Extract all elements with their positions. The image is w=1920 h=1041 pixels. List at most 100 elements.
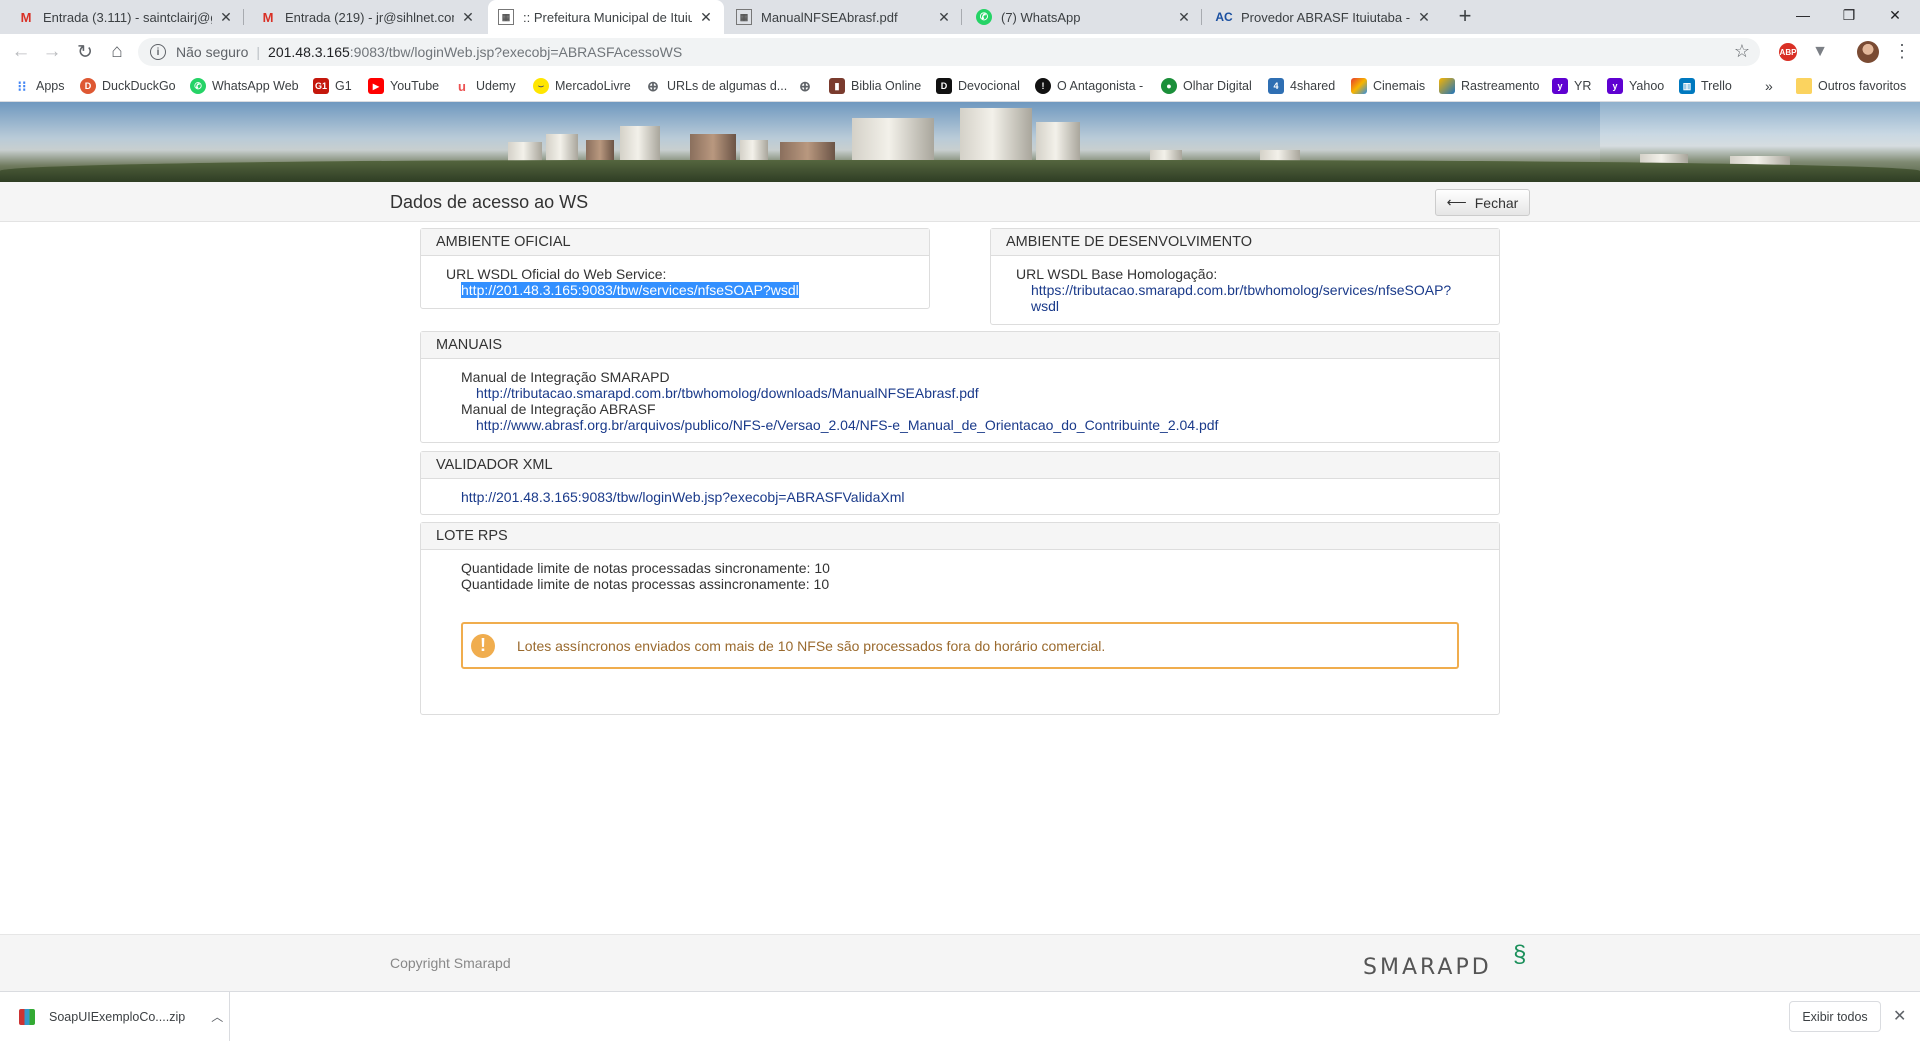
bookmark-o-antagonista[interactable]: ! O Antagonista - xyxy=(1035,76,1143,96)
mercadolivre-icon: ⌣ xyxy=(533,78,549,94)
tab-gmail-2[interactable]: M Entrada (219) - jr@sihlnet.com.br ✕ xyxy=(250,0,486,34)
home-icon[interactable]: ⌂ xyxy=(104,39,130,65)
bookmarks-overflow-button[interactable]: » xyxy=(1765,76,1773,96)
youtube-icon: ▶ xyxy=(368,78,384,94)
bookmark-olhar-digital[interactable]: ● Olhar Digital xyxy=(1161,76,1252,96)
tab-strip: M Entrada (3.111) - saintclairj@gmai ✕ M… xyxy=(0,0,1920,34)
wsdl-homologacao-link[interactable]: https://tributacao.smarapd.com.br/tbwhom… xyxy=(1031,282,1451,298)
bookmark-mercadolivre[interactable]: ⌣ MercadoLivre xyxy=(533,76,631,96)
forward-icon[interactable]: → xyxy=(39,39,65,65)
limite-assincrono-text: Quantidade limite de notas processas ass… xyxy=(461,576,830,592)
minimize-icon[interactable]: — xyxy=(1780,0,1826,30)
bookmark-g1[interactable]: G1 G1 xyxy=(313,76,352,96)
close-tab-icon[interactable]: ✕ xyxy=(698,9,714,25)
fechar-button[interactable]: ⟵ Fechar xyxy=(1435,189,1530,216)
bookmark-star-icon[interactable]: ☆ xyxy=(1734,41,1750,62)
g1-icon: G1 xyxy=(313,78,329,94)
bookmark-biblia-online[interactable]: ▮ Biblia Online xyxy=(829,76,921,96)
trello-icon: ▥ xyxy=(1679,78,1695,94)
panel-lote-rps: LOTE RPS Quantidade limite de notas proc… xyxy=(420,522,1500,715)
arrow-left-icon: ⟵ xyxy=(1446,194,1467,210)
page-icon: ▦ xyxy=(498,9,514,25)
reload-icon[interactable]: ↻ xyxy=(72,39,98,65)
zip-file-icon xyxy=(19,1008,35,1025)
yahoo-icon: y xyxy=(1607,78,1623,94)
manual-abrasf-link[interactable]: http://www.abrasf.org.br/arquivos/public… xyxy=(476,417,1218,433)
panel-validador-xml: VALIDADOR XML http://201.48.3.165:9083/t… xyxy=(420,451,1500,515)
manual-smarapd-link[interactable]: http://tributacao.smarapd.com.br/tbwhomo… xyxy=(476,385,979,401)
close-tab-icon[interactable]: ✕ xyxy=(1176,9,1192,25)
validador-xml-link[interactable]: http://201.48.3.165:9083/tbw/loginWeb.js… xyxy=(461,489,904,505)
menu-icon[interactable]: ⋮ xyxy=(1893,42,1911,60)
warning-text: Lotes assíncronos enviados com mais de 1… xyxy=(517,637,1106,654)
4shared-icon: 4 xyxy=(1268,78,1284,94)
olhar-digital-icon: ● xyxy=(1161,78,1177,94)
tab-gmail-1[interactable]: M Entrada (3.111) - saintclairj@gmai ✕ xyxy=(8,0,244,34)
leaf-icon: § xyxy=(1513,941,1527,968)
close-window-icon[interactable]: ✕ xyxy=(1872,0,1918,30)
avatar[interactable] xyxy=(1857,41,1879,63)
download-item[interactable]: SoapUIExemploCo....zip ︿ xyxy=(0,992,230,1041)
panel-heading: AMBIENTE DE DESENVOLVIMENTO xyxy=(991,229,1499,256)
wsdl-oficial-link[interactable]: http://201.48.3.165:9083/tbw/services/nf… xyxy=(461,282,799,298)
bookmark-whatsapp-web[interactable]: ✆ WhatsApp Web xyxy=(190,76,299,96)
bookmark-globe[interactable]: ⊕ xyxy=(797,76,819,96)
rastreamento-icon xyxy=(1439,78,1455,94)
close-tab-icon[interactable]: ✕ xyxy=(218,9,234,25)
ac-icon: AC xyxy=(1215,10,1233,24)
yahoo-icon: y xyxy=(1552,78,1568,94)
panel-heading: LOTE RPS xyxy=(421,523,1499,550)
bookmark-youtube[interactable]: ▶ YouTube xyxy=(368,76,439,96)
copyright-text: Copyright Smarapd xyxy=(390,955,511,971)
download-filename: SoapUIExemploCo....zip xyxy=(49,1009,186,1024)
manual-abrasf-label: Manual de Integração ABRASF xyxy=(461,401,656,417)
apps-grid-icon: ⁝⁝ xyxy=(17,77,27,94)
tab-manual-pdf[interactable]: ▦ ManualNFSEAbrasf.pdf ✕ xyxy=(726,0,962,34)
restore-icon[interactable]: ❐ xyxy=(1826,0,1872,30)
new-tab-button[interactable]: + xyxy=(1453,5,1477,29)
bookmark-yr[interactable]: y YR xyxy=(1552,76,1591,96)
tab-whatsapp[interactable]: ✆ (7) WhatsApp ✕ xyxy=(966,0,1202,34)
bookmark-rastreamento[interactable]: Rastreamento xyxy=(1439,76,1540,96)
bookmark-duckduckgo[interactable]: D DuckDuckGo xyxy=(80,76,176,96)
close-tab-icon[interactable]: ✕ xyxy=(1416,9,1432,25)
downloads-bar: SoapUIExemploCo....zip ︿ Exibir todos ✕ xyxy=(0,991,1920,1041)
bookmark-udemy[interactable]: u Udemy xyxy=(454,76,516,96)
warning-alert: ! Lotes assíncronos enviados com mais de… xyxy=(461,622,1459,669)
manual-smarapd-label: Manual de Integração SMARAPD xyxy=(461,369,670,385)
panel-heading: MANUAIS xyxy=(421,332,1499,359)
wsdl-oficial-label: URL WSDL Oficial do Web Service: xyxy=(446,266,667,282)
antagonista-icon: ! xyxy=(1035,78,1051,94)
address-bar[interactable]: i Não seguro | 201.48.3.165 :9083/tbw/lo… xyxy=(138,38,1760,66)
chevron-up-icon[interactable]: ︿ xyxy=(211,1008,223,1025)
url-path: :9083/tbw/loginWeb.jsp?execobj=ABRASFAce… xyxy=(349,44,683,60)
bookmark-apps[interactable]: ⁝⁝ Apps xyxy=(14,76,65,96)
smarapd-logo: SMARAPD § xyxy=(1363,943,1533,985)
tab-abrasf[interactable]: AC Provedor ABRASF Ituiutaba - MG ✕ xyxy=(1206,0,1442,34)
panel-ambiente-desenvolvimento: AMBIENTE DE DESENVOLVIMENTO URL WSDL Bas… xyxy=(990,228,1500,325)
extension-icon[interactable]: ▼ xyxy=(1811,43,1829,61)
show-all-button[interactable]: Exibir todos xyxy=(1789,1001,1881,1032)
bookmark-outros-favoritos[interactable]: Outros favoritos xyxy=(1796,76,1906,96)
page-title: Dados de acesso ao WS xyxy=(390,192,589,212)
bookmark-urls[interactable]: ⊕ URLs de algumas d... xyxy=(645,76,787,96)
panel-heading: VALIDADOR XML xyxy=(421,452,1499,479)
browser-toolbar: ← → ↻ ⌂ i Não seguro | 201.48.3.165 :908… xyxy=(0,34,1920,70)
close-icon[interactable]: ✕ xyxy=(1893,1006,1906,1026)
wsdl-homologacao-link-wrap[interactable]: wsdl xyxy=(1031,298,1059,314)
bookmark-cinemais[interactable]: Cinemais xyxy=(1351,76,1425,96)
tab-prefeitura[interactable]: ▦ :: Prefeitura Municipal de Ituiuta ✕ xyxy=(488,0,724,34)
bookmark-trello[interactable]: ▥ Trello xyxy=(1679,76,1732,96)
exclamation-icon: ! xyxy=(471,633,495,658)
bookmark-yahoo[interactable]: y Yahoo xyxy=(1607,76,1664,96)
back-icon[interactable]: ← xyxy=(8,39,34,65)
info-icon[interactable]: i xyxy=(150,44,166,60)
bookmark-devocional[interactable]: D Devocional xyxy=(936,76,1020,96)
page-icon: ▦ xyxy=(736,9,752,25)
adblock-icon[interactable]: ABP xyxy=(1779,43,1797,61)
wsdl-homologacao-label: URL WSDL Base Homologação: xyxy=(1016,266,1218,282)
close-tab-icon[interactable]: ✕ xyxy=(460,9,476,25)
security-label: Não seguro xyxy=(176,44,249,60)
bookmark-4shared[interactable]: 4 4shared xyxy=(1268,76,1335,96)
close-tab-icon[interactable]: ✕ xyxy=(936,9,952,25)
